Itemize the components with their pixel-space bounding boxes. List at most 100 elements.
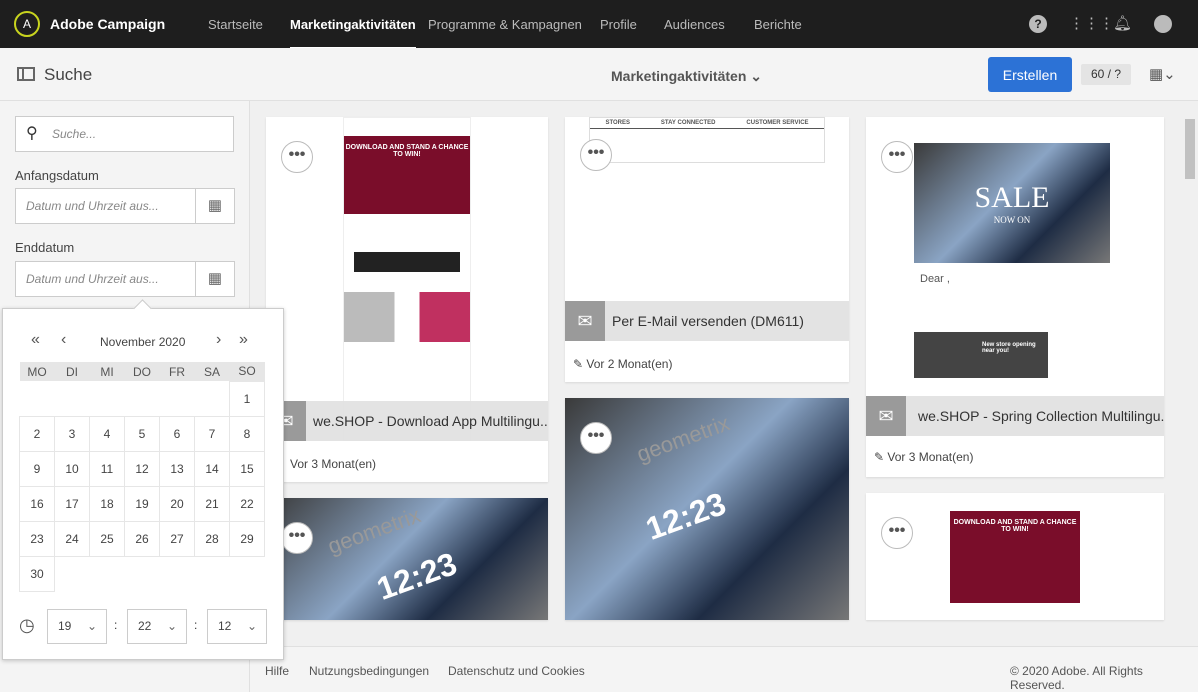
search-input[interactable]: ⚲ Suche... bbox=[15, 116, 234, 152]
activity-card[interactable]: DOWNLOAD AND STAND A CHANCE TO WIN! ••• … bbox=[266, 117, 548, 482]
nav-audiences[interactable]: Audiences bbox=[664, 17, 725, 32]
calendar-day[interactable]: 8 bbox=[229, 415, 265, 452]
activity-card[interactable]: SALE NOW ON Dear , New store opening nea… bbox=[866, 117, 1164, 477]
minute-select[interactable]: 22 ⌄ bbox=[127, 609, 187, 644]
toggle-panel-icon[interactable] bbox=[17, 67, 35, 81]
thumb-col: CUSTOMER SERVICE bbox=[746, 120, 809, 126]
view-toggle-grid-icon[interactable]: ▦⌄ bbox=[1149, 65, 1176, 83]
thumb-clock: 12:23 bbox=[641, 485, 731, 547]
calendar-day[interactable]: 6 bbox=[159, 415, 195, 452]
more-options-icon[interactable]: ••• bbox=[881, 141, 913, 173]
help-icon[interactable]: ? bbox=[1029, 15, 1047, 33]
nav-startseite[interactable]: Startseite bbox=[208, 17, 263, 32]
calendar-day[interactable]: 9 bbox=[19, 450, 55, 487]
activity-card[interactable]: STORES STAY CONNECTED CUSTOMER SERVICE •… bbox=[565, 117, 849, 382]
nav-marketingaktivitaeten[interactable]: Marketingaktivitäten bbox=[290, 17, 416, 49]
end-date-calendar-icon[interactable]: ▦ bbox=[195, 261, 235, 297]
card-title[interactable]: we.SHOP - Download App Multilingu... bbox=[313, 413, 548, 429]
calendar-day[interactable]: 27 bbox=[159, 520, 195, 557]
chevron-down-icon: ⌄ bbox=[166, 619, 177, 633]
calendar-day[interactable]: 13 bbox=[159, 450, 195, 487]
calendar-day[interactable]: 25 bbox=[89, 520, 125, 557]
weekday-header: FR bbox=[159, 362, 195, 381]
footer-link-help[interactable]: Hilfe bbox=[265, 664, 289, 678]
thumb-headline: DOWNLOAD AND STAND A CHANCE TO WIN! bbox=[950, 511, 1080, 603]
footer-copyright: © 2020 Adobe. All Rights Reserved. bbox=[1010, 664, 1143, 692]
footer-link-terms[interactable]: Nutzungsbedingungen bbox=[309, 664, 429, 678]
more-options-icon[interactable]: ••• bbox=[881, 517, 913, 549]
clock-icon: ◷ bbox=[19, 615, 35, 635]
next-year-icon[interactable]: » bbox=[239, 331, 248, 349]
calendar-day[interactable]: 22 bbox=[229, 485, 265, 522]
start-date-input[interactable]: Datum und Uhrzeit aus... bbox=[15, 188, 196, 224]
calendar-day[interactable]: 3 bbox=[54, 415, 90, 452]
calendar-day[interactable]: 29 bbox=[229, 520, 265, 557]
chevron-down-icon: ⌄ bbox=[246, 619, 257, 633]
user-avatar-icon[interactable] bbox=[1154, 15, 1172, 33]
calendar-day[interactable]: 1 bbox=[229, 380, 265, 417]
hour-select[interactable]: 19 ⌄ bbox=[47, 609, 107, 644]
calendar-empty-cell bbox=[90, 556, 125, 591]
more-options-icon[interactable]: ••• bbox=[580, 422, 612, 454]
calendar-empty-cell bbox=[90, 381, 125, 416]
calendar-day[interactable]: 11 bbox=[89, 450, 125, 487]
card-title[interactable]: we.SHOP - Spring Collection Multilingu..… bbox=[918, 408, 1164, 424]
calendar-empty-cell bbox=[195, 556, 230, 591]
calendar-day[interactable]: 2 bbox=[19, 415, 55, 452]
calendar-day[interactable]: 21 bbox=[194, 485, 230, 522]
brand-name[interactable]: Adobe Campaign bbox=[50, 16, 165, 32]
breadcrumb-dropdown[interactable]: Marketingaktivitäten ⌄ bbox=[611, 68, 762, 85]
end-date-input[interactable]: Datum und Uhrzeit aus... bbox=[15, 261, 196, 297]
bell-icon[interactable]: 🔔︎ bbox=[1113, 15, 1132, 33]
create-button[interactable]: Erstellen bbox=[988, 57, 1072, 92]
nav-programme-kampagnen[interactable]: Programme & Kampagnen bbox=[428, 17, 582, 32]
calendar-day[interactable]: 24 bbox=[54, 520, 90, 557]
calendar-day[interactable]: 7 bbox=[194, 415, 230, 452]
calendar-day[interactable]: 4 bbox=[89, 415, 125, 452]
pencil-icon: ✎ bbox=[573, 357, 584, 371]
nav-profile[interactable]: Profile bbox=[600, 17, 637, 32]
calendar-day[interactable]: 17 bbox=[54, 485, 90, 522]
calendar-day[interactable]: 18 bbox=[89, 485, 125, 522]
weekday-header: SA bbox=[194, 362, 230, 381]
calendar-day[interactable]: 10 bbox=[54, 450, 90, 487]
start-date-calendar-icon[interactable]: ▦ bbox=[195, 188, 235, 224]
hour-value: 19 bbox=[58, 619, 72, 633]
calendar-day[interactable]: 28 bbox=[194, 520, 230, 557]
activity-card[interactable]: geometrix 12:23 ••• bbox=[266, 498, 548, 620]
calendar-day[interactable]: 5 bbox=[124, 415, 160, 452]
thumb-col: STORES bbox=[605, 120, 631, 126]
calendar-day[interactable]: 19 bbox=[124, 485, 160, 522]
adobe-campaign-logo-icon[interactable]: A bbox=[14, 11, 40, 37]
calendar-day[interactable]: 20 bbox=[159, 485, 195, 522]
card-modified-text: Vor 3 Monat(en) bbox=[887, 450, 974, 464]
next-month-icon[interactable]: › bbox=[216, 331, 221, 349]
search-panel-title: Suche bbox=[44, 65, 93, 84]
calendar-day[interactable]: 26 bbox=[124, 520, 160, 557]
apps-icon[interactable]: ⋮⋮⋮ bbox=[1069, 15, 1114, 33]
calendar-day[interactable]: 30 bbox=[19, 555, 55, 592]
card-title[interactable]: Per E-Mail versenden (DM611) bbox=[612, 313, 804, 329]
more-options-icon[interactable]: ••• bbox=[580, 139, 612, 171]
activity-card[interactable]: DOWNLOAD AND STAND A CHANCE TO WIN! ••• bbox=[866, 493, 1164, 620]
second-select[interactable]: 12 ⌄ bbox=[207, 609, 267, 644]
thumb-headline: geometrix bbox=[633, 410, 733, 467]
calendar-day[interactable]: 15 bbox=[229, 450, 265, 487]
calendar-day[interactable]: 23 bbox=[19, 520, 55, 557]
second-value: 12 bbox=[218, 619, 232, 633]
calendar-empty-cell bbox=[125, 381, 160, 416]
prev-month-icon[interactable]: ‹ bbox=[61, 331, 66, 349]
footer: Hilfe Nutzungsbedingungen Datenschutz un… bbox=[250, 646, 1198, 692]
nav-berichte[interactable]: Berichte bbox=[754, 17, 802, 32]
more-options-icon[interactable]: ••• bbox=[281, 141, 313, 173]
scrollbar-thumb[interactable] bbox=[1185, 119, 1195, 179]
scrollbar[interactable] bbox=[1182, 101, 1198, 621]
calendar-day[interactable]: 12 bbox=[124, 450, 160, 487]
more-options-icon[interactable]: ••• bbox=[281, 522, 313, 554]
prev-year-icon[interactable]: « bbox=[31, 331, 40, 349]
activity-card[interactable]: geometrix 12:23 ••• bbox=[565, 398, 849, 620]
footer-link-privacy[interactable]: Datenschutz und Cookies bbox=[448, 664, 585, 678]
calendar-day[interactable]: 14 bbox=[194, 450, 230, 487]
calendar-day[interactable]: 16 bbox=[19, 485, 55, 522]
sub-header: Suche Marketingaktivitäten ⌄ Erstellen 6… bbox=[0, 48, 1198, 101]
